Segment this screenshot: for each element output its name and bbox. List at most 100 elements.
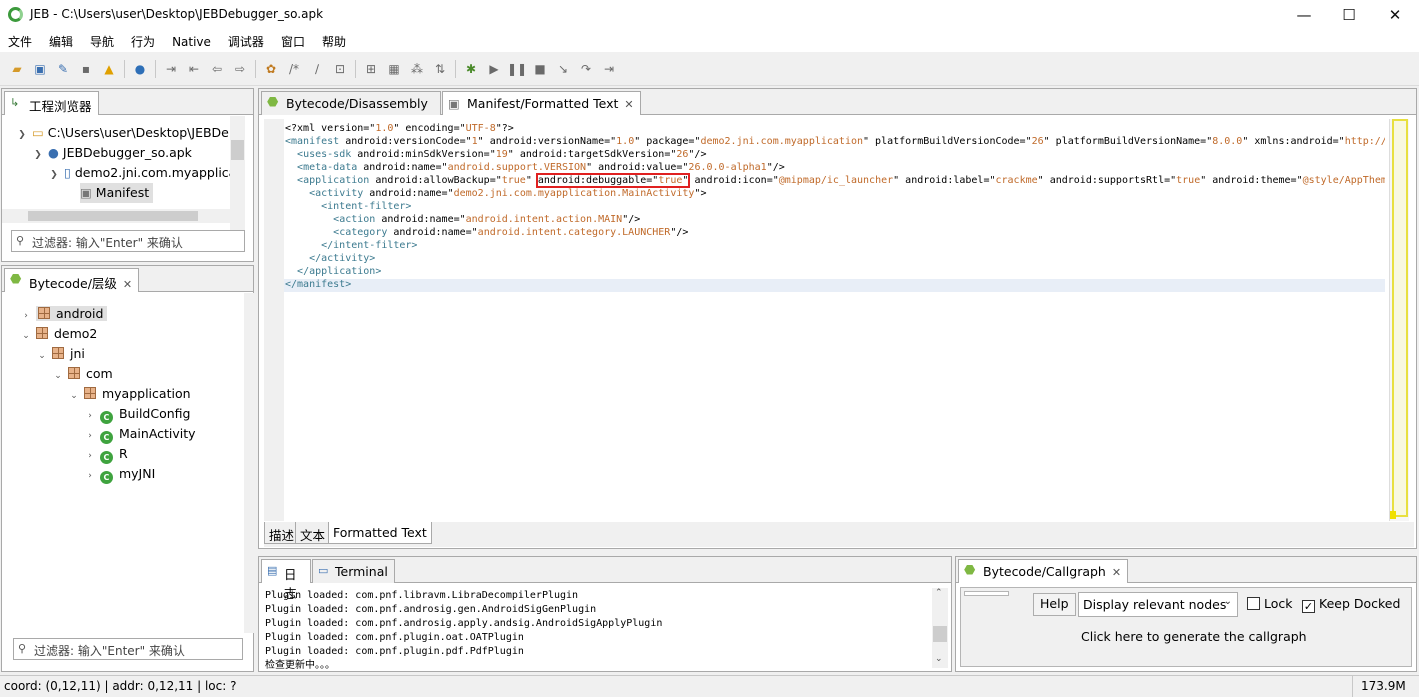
import-icon[interactable]: ⇥ [163, 61, 179, 77]
globe-icon[interactable]: ● [132, 61, 148, 77]
project-tree-vscroll[interactable] [230, 116, 245, 240]
menu-navigate[interactable]: 导航 [82, 30, 123, 50]
xrefs-icon[interactable]: ⇅ [432, 61, 448, 77]
chevron-down-icon[interactable]: ⌄ [36, 346, 48, 366]
tab-formatted-text[interactable]: Formatted Text [328, 522, 432, 544]
navigate-forward-icon[interactable]: ⇨ [232, 61, 248, 77]
menu-file[interactable]: 文件 [0, 30, 41, 50]
project-explorer-tabbar: ↳ 工程浏览器 [2, 89, 253, 115]
rename-icon[interactable]: ∕ [309, 61, 325, 77]
tab-terminal[interactable]: ▭ Terminal [312, 559, 395, 583]
lock-checkbox[interactable]: Lock [1247, 596, 1293, 611]
project-tree-hscroll[interactable] [2, 209, 230, 223]
scroll-up-icon[interactable]: ⌃ [935, 588, 943, 598]
save-icon[interactable]: ▣ [32, 61, 48, 77]
project-filter-input[interactable]: ⚲ 过滤器: 输入"Enter" 来确认 [11, 230, 245, 252]
overview-ruler[interactable] [1389, 119, 1409, 521]
open-folder-icon[interactable]: ▰ [9, 61, 25, 77]
console-output[interactable]: Plugin loaded: com.pnf.libravm.LibraDeco… [265, 589, 927, 669]
chevron-down-icon[interactable]: ⌄ [20, 326, 32, 346]
tab-description[interactable]: 描述 [264, 522, 300, 544]
pause-icon[interactable]: ❚❚ [507, 61, 527, 77]
tree-item-apk[interactable]: ❯ ● JEBDebugger_so.apk [32, 143, 192, 163]
menu-action[interactable]: 行为 [123, 30, 164, 50]
chevron-down-icon[interactable]: ❯ [48, 165, 60, 185]
menu-help[interactable]: 帮助 [314, 30, 355, 50]
warning-icon[interactable]: ▲ [101, 61, 117, 77]
hierarchy-icon[interactable]: ▦ [386, 61, 402, 77]
tree-item-jni[interactable]: ⌄ jni [36, 344, 85, 364]
convert-icon[interactable]: ⊡ [332, 61, 348, 77]
run-icon[interactable]: ▶ [486, 61, 502, 77]
tab-project-explorer[interactable]: ↳ 工程浏览器 [4, 91, 99, 115]
debug-bug-icon[interactable]: ✱ [463, 61, 479, 77]
scroll-thumb[interactable] [933, 626, 947, 642]
menu-edit[interactable]: 编辑 [41, 30, 82, 50]
tab-log[interactable]: ▤ 日志 [261, 559, 311, 601]
tab-manifest-formatted-text[interactable]: ▣ Manifest/Formatted Text ✕ [442, 91, 641, 115]
display-mode-select[interactable]: Display relevant nodes ⌄ [1078, 592, 1238, 617]
stop-icon[interactable]: ■ [532, 61, 548, 77]
callgraph-canvas[interactable]: Help Display relevant nodes ⌄ Lock ✓ Keep… [960, 587, 1412, 667]
scroll-thumb[interactable] [231, 140, 244, 160]
tree-item-manifest[interactable]: ▣ Manifest [80, 183, 154, 203]
tree-item-demo2[interactable]: ⌄ demo2 [20, 324, 97, 344]
export-icon[interactable]: ▪ [78, 61, 94, 77]
chevron-down-icon[interactable]: ❯ [32, 145, 44, 165]
minimize-button[interactable]: — [1281, 0, 1327, 30]
manifest-code[interactable]: <?xml version="1.0" encoding="UTF-8"?> <… [285, 122, 1385, 291]
tree-item-myjni[interactable]: › CmyJNI [84, 464, 155, 484]
tree-item-path[interactable]: ❯ ▭ C:\Users\user\Desktop\JEBDe [16, 123, 229, 143]
decompile-icon[interactable]: ✿ [263, 61, 279, 77]
close-tab-icon[interactable]: ✕ [624, 98, 633, 111]
scroll-down-icon[interactable]: ⌄ [935, 654, 943, 664]
grid-icon[interactable]: ⊞ [363, 61, 379, 77]
tree-item-label: Manifest [95, 185, 150, 200]
chevron-right-icon[interactable]: › [20, 306, 32, 326]
close-tab-icon[interactable]: ✕ [123, 278, 132, 291]
hierarchy-filter-input[interactable]: ⚲ 过滤器: 输入"Enter" 来确认 [13, 638, 243, 660]
status-memory[interactable]: 173.9M [1361, 679, 1406, 693]
tree-item-android[interactable]: › android [20, 304, 108, 326]
tab-text[interactable]: 文本 [295, 522, 331, 544]
step-out-icon[interactable]: ⇥ [601, 61, 617, 77]
keep-docked-checkbox[interactable]: ✓ Keep Docked [1302, 596, 1400, 613]
navigate-back-icon[interactable]: ⇦ [209, 61, 225, 77]
close-button[interactable]: ✕ [1372, 0, 1418, 30]
tab-hierarchy[interactable]: ⬣ Bytecode/层级 ✕ [4, 268, 140, 292]
properties-icon[interactable]: ✎ [55, 61, 71, 77]
tree-item-com[interactable]: ⌄ com [52, 364, 112, 386]
tree-item-buildconfig[interactable]: › C BuildConfig [84, 404, 190, 424]
help-button[interactable]: Help [1033, 593, 1076, 616]
generate-callgraph-link[interactable]: Click here to generate the callgraph [1081, 629, 1307, 644]
chevron-down-icon[interactable]: ⌄ [52, 366, 64, 386]
checkbox-box[interactable] [1247, 597, 1260, 610]
step-into-icon[interactable]: ↘ [555, 61, 571, 77]
chevron-right-icon[interactable]: › [84, 426, 96, 446]
graph-icon[interactable]: ⁂ [409, 61, 425, 77]
chevron-down-icon[interactable]: ❯ [16, 125, 28, 145]
checkmark-icon[interactable]: ✓ [1302, 600, 1315, 613]
chevron-right-icon[interactable]: › [84, 446, 96, 466]
tree-item-label: JEBDebugger_so.apk [62, 145, 192, 160]
tab-callgraph[interactable]: ⬣ Bytecode/Callgraph ✕ [958, 559, 1129, 583]
menu-native[interactable]: Native [164, 32, 220, 49]
chevron-right-icon[interactable]: › [84, 466, 96, 486]
close-tab-icon[interactable]: ✕ [1112, 566, 1121, 579]
menu-debugger[interactable]: 调试器 [220, 30, 273, 50]
tree-item-mainactivity[interactable]: › C MainActivity [84, 424, 196, 444]
chevron-right-icon[interactable]: › [84, 406, 96, 426]
chevron-down-icon[interactable]: ⌄ [68, 386, 80, 406]
comment-icon[interactable]: /* [286, 61, 302, 77]
tree-item-package[interactable]: ❯ ▯ demo2.jni.com.myapplica [48, 163, 236, 183]
export-frame-icon[interactable]: ⇤ [186, 61, 202, 77]
console-vscroll[interactable]: ⌃ ⌄ [932, 588, 948, 668]
menu-window[interactable]: 窗口 [273, 30, 314, 50]
tab-bytecode-disassembly[interactable]: ⬣ Bytecode/Disassembly [261, 91, 441, 115]
maximize-button[interactable]: ☐ [1326, 0, 1372, 30]
tree-item-myapplication[interactable]: ⌄ myapplication [68, 384, 190, 406]
scroll-thumb[interactable] [28, 211, 198, 221]
tree-item-r[interactable]: › CR [84, 444, 128, 464]
step-over-icon[interactable]: ↷ [578, 61, 594, 77]
hierarchy-vscroll[interactable] [244, 293, 254, 633]
